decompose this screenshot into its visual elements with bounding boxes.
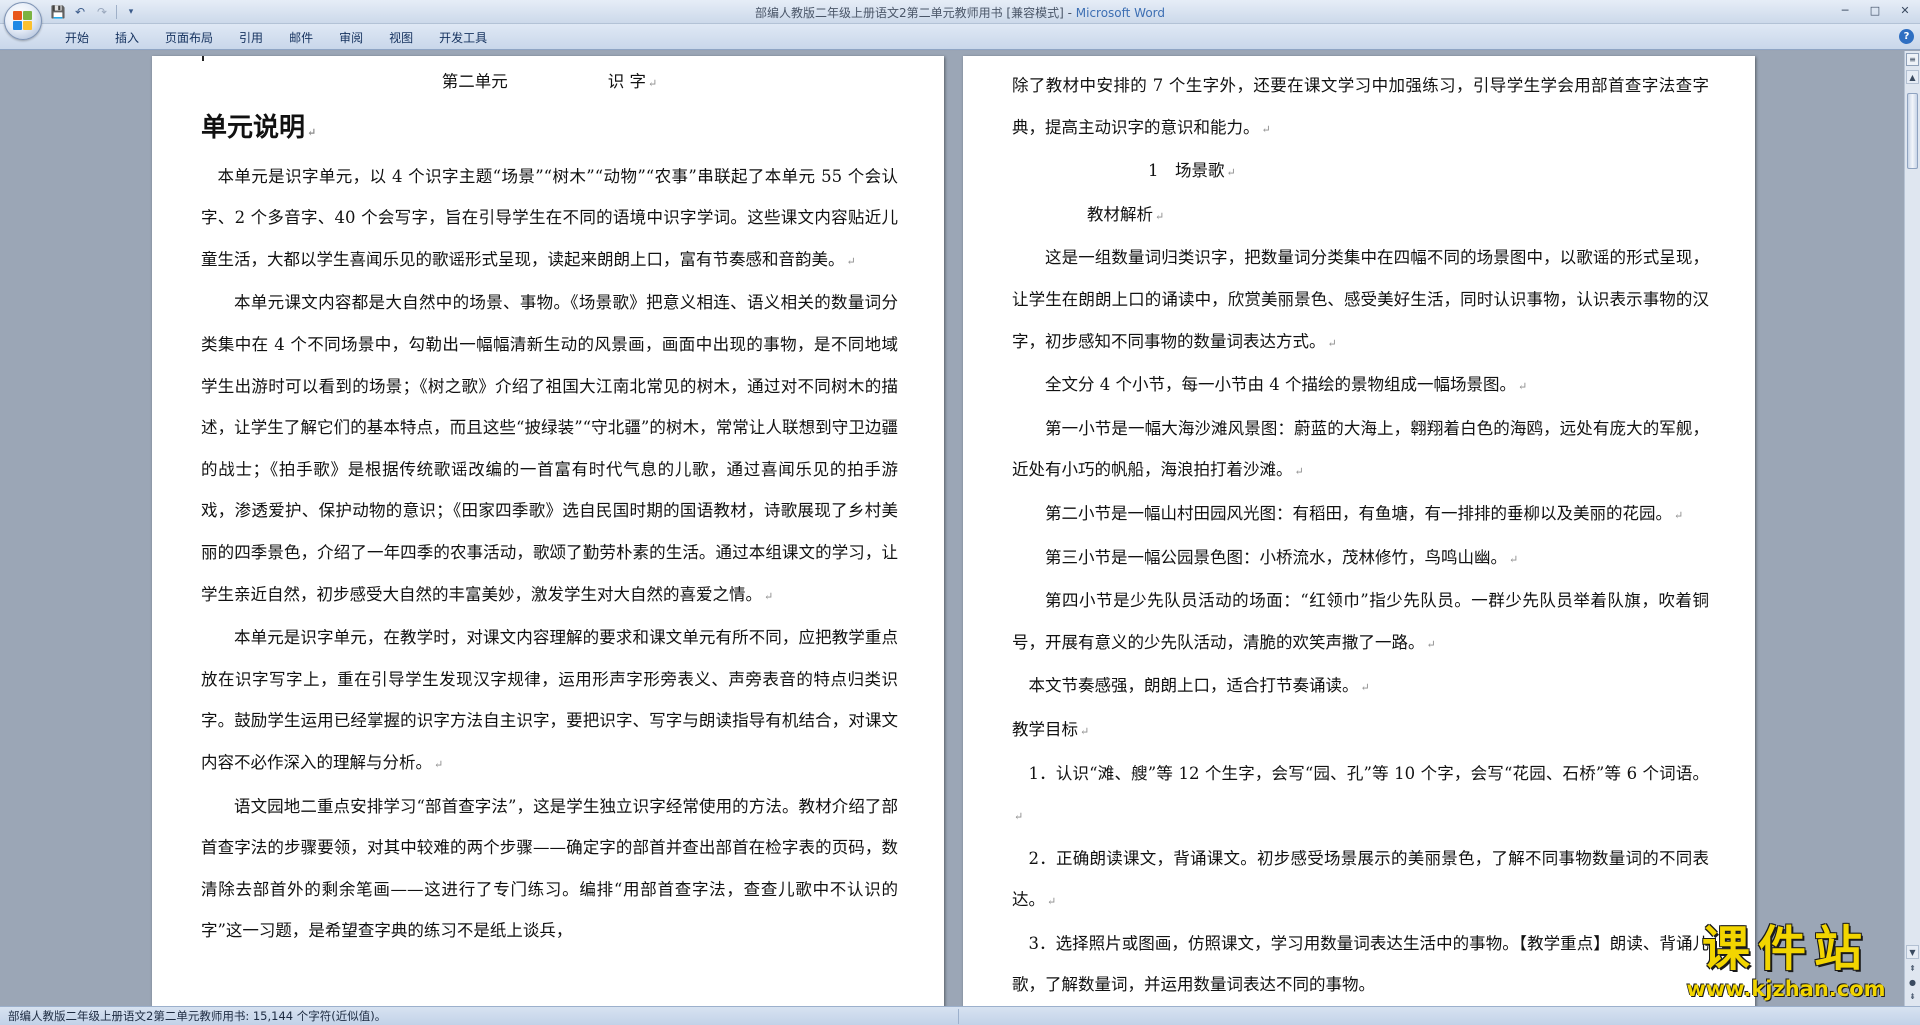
page-right: 除了教材中安排的 7 个生字外，还要在课文学习中加强练习，引导学生学会用部首查字… — [963, 56, 1755, 1006]
scroll-up-arrow-icon[interactable]: ▲ — [1906, 70, 1919, 84]
goal-item: 1．认识“滩、艘”等 12 个生字，会写“园、孔”等 10 个字，会写“花园、石… — [1014, 763, 1709, 824]
paragraph: 本单元是识字单元，以 4 个识字主题“场景”“树木”“动物”“农事”串联起了本单… — [201, 166, 898, 269]
status-bar: 部编人教版二年级上册语文2第二单元教师用书: 15,144 个字符(近似值)。 — [0, 1006, 1920, 1025]
ribbon: 开始 插入 页面布局 引用 邮件 审阅 视图 开发工具 ? — [0, 24, 1920, 50]
title-bar: 💾 ↶ ↷ ▾ 部编人教版二年级上册语文2第二单元教师用书 [兼容模式] - M… — [0, 0, 1920, 24]
document-area: 第二单元识 字 ↵ 单元说明 ↵ 本单元是识字单元，以 4 个识字主题“场景”“树木… — [0, 51, 1904, 1006]
tab-insert[interactable]: 插入 — [102, 28, 152, 48]
close-button[interactable]: ✕ — [1890, 0, 1920, 22]
page-left: 第二单元识 字 ↵ 单元说明 ↵ 本单元是识字单元，以 4 个识字主题“场景”“树木… — [152, 56, 944, 1006]
office-logo-icon — [13, 11, 33, 31]
paragraph: 除了教材中安排的 7 个生字外，还要在课文学习中加强练习，引导学生学会用部首查字… — [1012, 76, 1709, 137]
paragraph: 第四小节是少先队员活动的场面：“红领巾”指少先队员。一群少先队员举着队旗，吹着铜… — [1012, 591, 1709, 652]
browse-object-icon[interactable]: ● — [1907, 977, 1918, 988]
office-button[interactable] — [4, 2, 42, 40]
tab-developer[interactable]: 开发工具 — [426, 28, 500, 48]
section-heading: 单元说明 ↵ — [201, 112, 317, 143]
analysis-heading: 教材解析 ↵ — [1087, 204, 1165, 224]
paragraph: 第三小节是一幅公园景色图：小桥流水，茂林修竹，鸟鸣山幽。 ↵ — [1045, 547, 1519, 567]
help-icon[interactable]: ? — [1899, 29, 1914, 44]
page-left-text[interactable]: 第二单元识 字 ↵ 单元说明 ↵ 本单元是识字单元，以 4 个识字主题“场景”“树木… — [201, 61, 898, 952]
paragraph: 本文节奏感强，朗朗上口，适合打节奏诵读。 ↵ — [1028, 676, 1370, 696]
paragraph: 第一小节是一幅大海沙滩风景图：蔚蓝的大海上，翱翔着白色的海鸥，远处有庞大的军舰，… — [1012, 418, 1709, 480]
tab-review[interactable]: 审阅 — [326, 28, 376, 48]
goal-item: 3．选择照片或图画，仿照课文，学习用数量词表达生活中的事物。【教学重点】朗读、背… — [1012, 933, 1709, 995]
scroll-thumb[interactable] — [1907, 93, 1918, 169]
title-separator: - — [1063, 6, 1076, 20]
window-controls: ─ □ ✕ — [1830, 0, 1920, 22]
document-name: 部编人教版二年级上册语文2第二单元教师用书 [兼容模式] — [754, 6, 1064, 20]
goals-heading: 教学目标 ↵ — [1012, 719, 1090, 739]
status-word-count[interactable]: 部编人教版二年级上册语文2第二单元教师用书: 15,144 个字符(近似值)。 — [8, 1009, 386, 1024]
tab-references[interactable]: 引用 — [226, 28, 276, 48]
paragraph: 语文园地二重点安排学习“部首查字法”，这是学生独立识字经常使用的方法。教材介绍了… — [201, 796, 898, 941]
scroll-down-arrow-icon[interactable]: ▼ — [1906, 945, 1919, 959]
paragraph: 本单元是识字单元，在教学时，对课文内容理解的要求和课文单元有所不同，应把教学重点… — [201, 628, 898, 772]
tab-home[interactable]: 开始 — [52, 28, 102, 48]
tab-page-layout[interactable]: 页面布局 — [152, 28, 226, 48]
tab-mailings[interactable]: 邮件 — [276, 28, 326, 48]
paragraph: 这是一组数量词归类识字，把数量词分类集中在四幅不同的场景图中，以歌谣的形式呈现，… — [1012, 248, 1709, 351]
app-name: Microsoft Word — [1075, 6, 1166, 20]
window-title: 部编人教版二年级上册语文2第二单元教师用书 [兼容模式] - Microsoft… — [0, 4, 1920, 21]
tab-view[interactable]: 视图 — [376, 28, 426, 48]
paragraph: 本单元课文内容都是大自然中的场景、事物。《场景歌》把意义相连、语义相关的数量词分… — [201, 293, 898, 604]
ribbon-tabs: 开始 插入 页面布局 引用 邮件 审阅 视图 开发工具 — [52, 28, 500, 48]
unit-title: 第二单元识 字 ↵ — [441, 72, 658, 91]
maximize-button[interactable]: □ — [1860, 0, 1890, 22]
previous-page-icon[interactable]: ⇞ — [1907, 963, 1918, 974]
goal-item: 2．正确朗读课文，背诵课文。初步感受场景展示的美丽景色，了解不同事物数量词的不同… — [1012, 848, 1709, 910]
status-separator — [958, 1009, 959, 1024]
minimize-button[interactable]: ─ — [1830, 0, 1860, 22]
paragraph: 全文分 4 个小节，每一小节由 4 个描绘的景物组成一幅场景图。 ↵ — [1045, 375, 1528, 395]
page-right-text[interactable]: 除了教材中安排的 7 个生字外，还要在课文学习中加强练习，引导学生学会用部首查字… — [1012, 65, 1709, 1006]
ruler-toggle-icon[interactable]: ≡ — [1906, 53, 1919, 66]
next-page-icon[interactable]: ⇟ — [1907, 991, 1918, 1002]
vertical-scrollbar[interactable]: ≡ ▲ ▼ ⇞ ● ⇟ — [1904, 51, 1920, 1006]
lesson-title: 1 场景歌 ↵ — [1148, 161, 1236, 181]
paragraph: 第二小节是一幅山村田园风光图：有稻田，有鱼塘，有一排排的垂柳以及美丽的花园。 ↵ — [1045, 503, 1684, 523]
